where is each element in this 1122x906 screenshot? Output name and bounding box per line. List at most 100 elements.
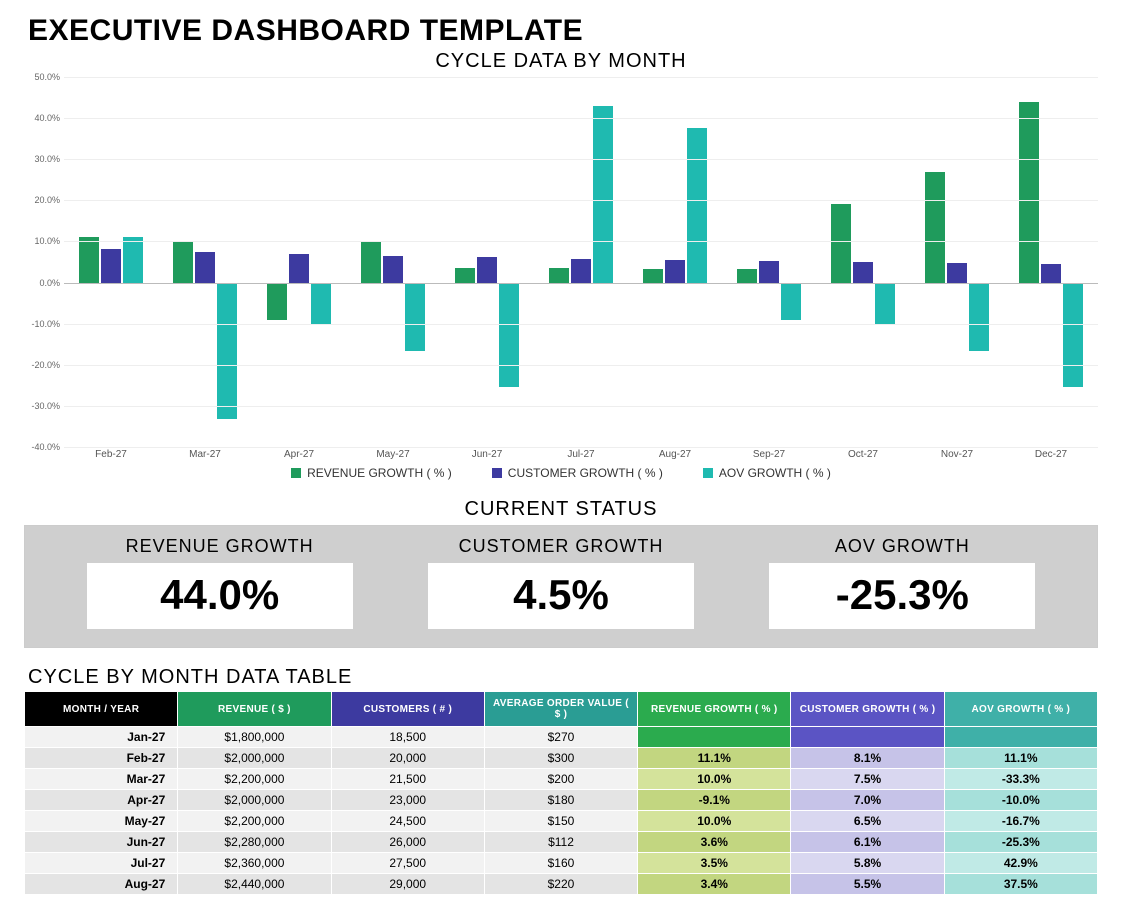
y-tick-label: -40.0% [31, 442, 60, 452]
cell-revg: 3.5% [638, 853, 791, 874]
legend-swatch-revenue [291, 468, 301, 478]
table-row: Aug-27$2,440,00029,000$2203.4%5.5%37.5% [25, 874, 1098, 895]
y-tick-label: 40.0% [34, 113, 60, 123]
legend-label-revenue: REVENUE GROWTH ( % ) [307, 466, 452, 480]
legend-item-aov: AOV GROWTH ( % ) [703, 466, 831, 480]
status-title: CURRENT STATUS [24, 498, 1098, 521]
cell-cusg: 6.1% [791, 832, 944, 853]
status-value-aov: -25.3% [836, 571, 969, 618]
col-header-aovg: AOV GROWTH ( % ) [944, 692, 1097, 727]
table-row: Jan-27$1,800,00018,500$270 [25, 727, 1098, 748]
status-label-aov: AOV GROWTH [835, 536, 970, 557]
bar-aov [217, 283, 237, 420]
cell-rev: $2,440,000 [178, 874, 331, 895]
cell-aov: $180 [484, 790, 637, 811]
legend-item-customer: CUSTOMER GROWTH ( % ) [492, 466, 663, 480]
col-header-revg: REVENUE GROWTH ( % ) [638, 692, 791, 727]
bar-group [158, 77, 252, 447]
bar-aov [123, 237, 143, 283]
status-label-customer: CUSTOMER GROWTH [459, 536, 664, 557]
status-label-revenue: REVENUE GROWTH [126, 536, 314, 557]
x-tick-label: Oct-27 [816, 449, 910, 460]
cell-aovg: 37.5% [944, 874, 1097, 895]
col-header-cusg: CUSTOMER GROWTH ( % ) [791, 692, 944, 727]
cell-cus: 24,500 [331, 811, 484, 832]
bar-cus [383, 256, 403, 283]
y-tick-label: 0.0% [39, 278, 60, 288]
cell-rev: $2,200,000 [178, 811, 331, 832]
cell-cusg: 8.1% [791, 748, 944, 769]
bar-cus [853, 262, 873, 283]
y-tick-label: 50.0% [34, 72, 60, 82]
cell-my: Apr-27 [25, 790, 178, 811]
col-header-customers: CUSTOMERS ( # ) [331, 692, 484, 727]
cell-rev: $1,800,000 [178, 727, 331, 748]
x-tick-label: Sep-27 [722, 449, 816, 460]
cell-cusg: 6.5% [791, 811, 944, 832]
x-tick-label: Dec-27 [1004, 449, 1098, 460]
cell-revg: -9.1% [638, 790, 791, 811]
col-header-month: MONTH / YEAR [25, 692, 178, 727]
cell-cusg: 7.5% [791, 769, 944, 790]
cell-my: Mar-27 [25, 769, 178, 790]
bar-group [910, 77, 1004, 447]
bar-aov [969, 283, 989, 352]
cell-revg: 10.0% [638, 811, 791, 832]
status-card-customer: CUSTOMER GROWTH 4.5% [390, 536, 731, 629]
bar-group [1004, 77, 1098, 447]
bar-group [346, 77, 440, 447]
cell-aov: $220 [484, 874, 637, 895]
cell-revg: 10.0% [638, 769, 791, 790]
y-tick-label: 10.0% [34, 236, 60, 246]
bar-aov [499, 283, 519, 387]
cell-aov: $112 [484, 832, 637, 853]
bar-aov [687, 128, 707, 282]
cell-aovg: -16.7% [944, 811, 1097, 832]
chart-plot-area [64, 77, 1098, 447]
bar-cus [665, 260, 685, 283]
bar-rev [173, 241, 193, 282]
x-tick-label: Nov-27 [910, 449, 1004, 460]
page-title: EXECUTIVE DASHBOARD TEMPLATE [28, 14, 1098, 48]
bar-cus [101, 249, 121, 282]
cell-cus: 21,500 [331, 769, 484, 790]
cell-cus: 26,000 [331, 832, 484, 853]
cell-aovg: -10.0% [944, 790, 1097, 811]
status-value-revenue: 44.0% [160, 571, 279, 618]
bar-rev [1019, 102, 1039, 283]
cell-rev: $2,200,000 [178, 769, 331, 790]
y-tick-label: 20.0% [34, 195, 60, 205]
bar-aov [311, 283, 331, 324]
cell-revg [638, 727, 791, 748]
col-header-aov: AVERAGE ORDER VALUE ( $ ) [484, 692, 637, 727]
status-card-aov: AOV GROWTH -25.3% [732, 536, 1073, 629]
table-row: Jun-27$2,280,00026,000$1123.6%6.1%-25.3% [25, 832, 1098, 853]
bar-rev [79, 237, 99, 283]
bar-rev [925, 172, 945, 283]
bar-cus [195, 252, 215, 283]
y-tick-label: -30.0% [31, 401, 60, 411]
bar-cus [1041, 264, 1061, 283]
legend-swatch-aov [703, 468, 713, 478]
bar-group [628, 77, 722, 447]
bar-rev [831, 204, 851, 282]
x-tick-label: Mar-27 [158, 449, 252, 460]
status-card-revenue: REVENUE GROWTH 44.0% [49, 536, 390, 629]
bar-cus [759, 261, 779, 282]
bar-group [722, 77, 816, 447]
x-tick-label: Aug-27 [628, 449, 722, 460]
cell-aovg: 11.1% [944, 748, 1097, 769]
cell-rev: $2,000,000 [178, 748, 331, 769]
status-value-box-customer: 4.5% [428, 563, 694, 629]
bar-group [64, 77, 158, 447]
cell-cus: 27,500 [331, 853, 484, 874]
bar-rev [549, 268, 569, 282]
y-tick-label: -10.0% [31, 319, 60, 329]
bar-aov [875, 283, 895, 324]
x-tick-label: May-27 [346, 449, 440, 460]
cell-aov: $160 [484, 853, 637, 874]
legend-label-aov: AOV GROWTH ( % ) [719, 466, 831, 480]
bar-rev [267, 283, 287, 320]
cell-aovg: -33.3% [944, 769, 1097, 790]
x-tick-label: Jun-27 [440, 449, 534, 460]
